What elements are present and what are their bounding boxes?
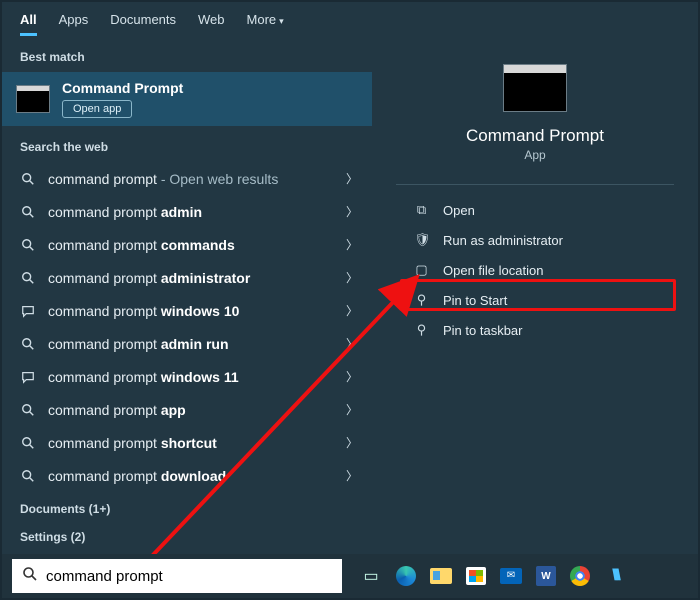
action-open-file-location[interactable]: ▢ Open file location: [372, 255, 698, 285]
chevron-right-icon: 〉: [346, 170, 358, 187]
web-suggestion[interactable]: command prompt app 〉: [2, 393, 372, 426]
search-icon: [20, 172, 36, 186]
suggestion-text: command prompt administrator: [48, 270, 250, 286]
suggestion-text: command prompt download: [48, 468, 226, 484]
results-panel: Best match Command Prompt Open app Searc…: [2, 36, 372, 544]
web-suggestion[interactable]: command prompt download 〉: [2, 459, 372, 492]
chat-icon: [20, 370, 36, 384]
search-icon: [20, 469, 36, 483]
taskbar: ▭ ✉ W \\\\: [2, 554, 698, 598]
suggestion-text: command prompt admin run: [48, 336, 229, 352]
preview-panel: Command Prompt App ⧉ Open 🛡 Run as admin…: [372, 36, 698, 544]
best-match-title: Command Prompt: [62, 80, 183, 96]
suggestion-text: command prompt - Open web results: [48, 171, 278, 187]
taskbar-app-other[interactable]: \\\\: [604, 565, 626, 587]
task-view-button[interactable]: ▭: [360, 565, 382, 587]
chat-icon: [20, 304, 36, 318]
search-category-tabs: All Apps Documents Web More▾: [2, 2, 698, 36]
taskbar-search[interactable]: [12, 559, 342, 593]
pin-icon: ⚲: [414, 322, 429, 338]
suggestion-text: command prompt shortcut: [48, 435, 217, 451]
tab-apps[interactable]: Apps: [59, 12, 89, 36]
web-suggestion[interactable]: command prompt admin run 〉: [2, 327, 372, 360]
tab-more[interactable]: More▾: [247, 12, 284, 36]
chevron-right-icon: 〉: [346, 368, 358, 385]
folder-icon: ▢: [414, 262, 429, 278]
command-prompt-icon: [16, 85, 50, 113]
action-run-as-admin[interactable]: 🛡 Run as administrator: [372, 225, 698, 255]
command-prompt-icon: [503, 64, 567, 112]
open-icon: ⧉: [414, 202, 429, 218]
chevron-right-icon: 〉: [346, 236, 358, 253]
divider: [396, 184, 674, 185]
suggestion-text: command prompt app: [48, 402, 186, 418]
web-suggestion[interactable]: command prompt admin 〉: [2, 195, 372, 228]
taskbar-app-edge[interactable]: [396, 566, 416, 586]
best-match-result[interactable]: Command Prompt Open app: [2, 72, 372, 126]
search-icon: [20, 238, 36, 252]
chevron-right-icon: 〉: [346, 203, 358, 220]
settings-results-link[interactable]: Settings (2): [2, 520, 372, 548]
open-app-button[interactable]: Open app: [62, 100, 132, 118]
action-open[interactable]: ⧉ Open: [372, 195, 698, 225]
tab-all[interactable]: All: [20, 12, 37, 36]
suggestion-text: command prompt windows 10: [48, 303, 239, 319]
pin-icon: ⚲: [414, 292, 429, 308]
search-icon: [20, 205, 36, 219]
web-suggestion[interactable]: command prompt windows 11 〉: [2, 360, 372, 393]
web-suggestion[interactable]: command prompt shortcut 〉: [2, 426, 372, 459]
search-icon: [20, 403, 36, 417]
taskbar-app-explorer[interactable]: [430, 568, 452, 584]
search-icon: [20, 271, 36, 285]
section-best-match: Best match: [2, 36, 372, 72]
tab-documents[interactable]: Documents: [110, 12, 176, 36]
tab-web[interactable]: Web: [198, 12, 225, 36]
web-suggestion[interactable]: command prompt administrator 〉: [2, 261, 372, 294]
taskbar-app-mail[interactable]: ✉: [500, 568, 522, 584]
section-search-web: Search the web: [2, 126, 372, 162]
search-icon: [20, 436, 36, 450]
chevron-right-icon: 〉: [346, 467, 358, 484]
admin-shield-icon: 🛡: [414, 232, 429, 248]
taskbar-app-store[interactable]: [466, 567, 486, 585]
documents-results-link[interactable]: Documents (1+): [2, 492, 372, 520]
action-pin-to-start[interactable]: ⚲ Pin to Start: [372, 285, 698, 315]
suggestion-text: command prompt admin: [48, 204, 202, 220]
web-suggestion[interactable]: command prompt commands 〉: [2, 228, 372, 261]
web-suggestion[interactable]: command prompt - Open web results 〉: [2, 162, 372, 195]
chevron-right-icon: 〉: [346, 302, 358, 319]
preview-title: Command Prompt: [372, 126, 698, 146]
suggestion-text: command prompt commands: [48, 237, 235, 253]
chevron-down-icon: ▾: [279, 16, 284, 26]
search-icon: [22, 566, 38, 587]
action-pin-to-taskbar[interactable]: ⚲ Pin to taskbar: [372, 315, 698, 345]
chevron-right-icon: 〉: [346, 335, 358, 352]
suggestion-text: command prompt windows 11: [48, 369, 239, 385]
chevron-right-icon: 〉: [346, 401, 358, 418]
taskbar-app-chrome[interactable]: [570, 566, 590, 586]
chevron-right-icon: 〉: [346, 269, 358, 286]
chevron-right-icon: 〉: [346, 434, 358, 451]
web-suggestion[interactable]: command prompt windows 10 〉: [2, 294, 372, 327]
preview-subtitle: App: [372, 148, 698, 162]
taskbar-app-word[interactable]: W: [536, 566, 556, 586]
search-input[interactable]: [46, 568, 332, 585]
search-icon: [20, 337, 36, 351]
